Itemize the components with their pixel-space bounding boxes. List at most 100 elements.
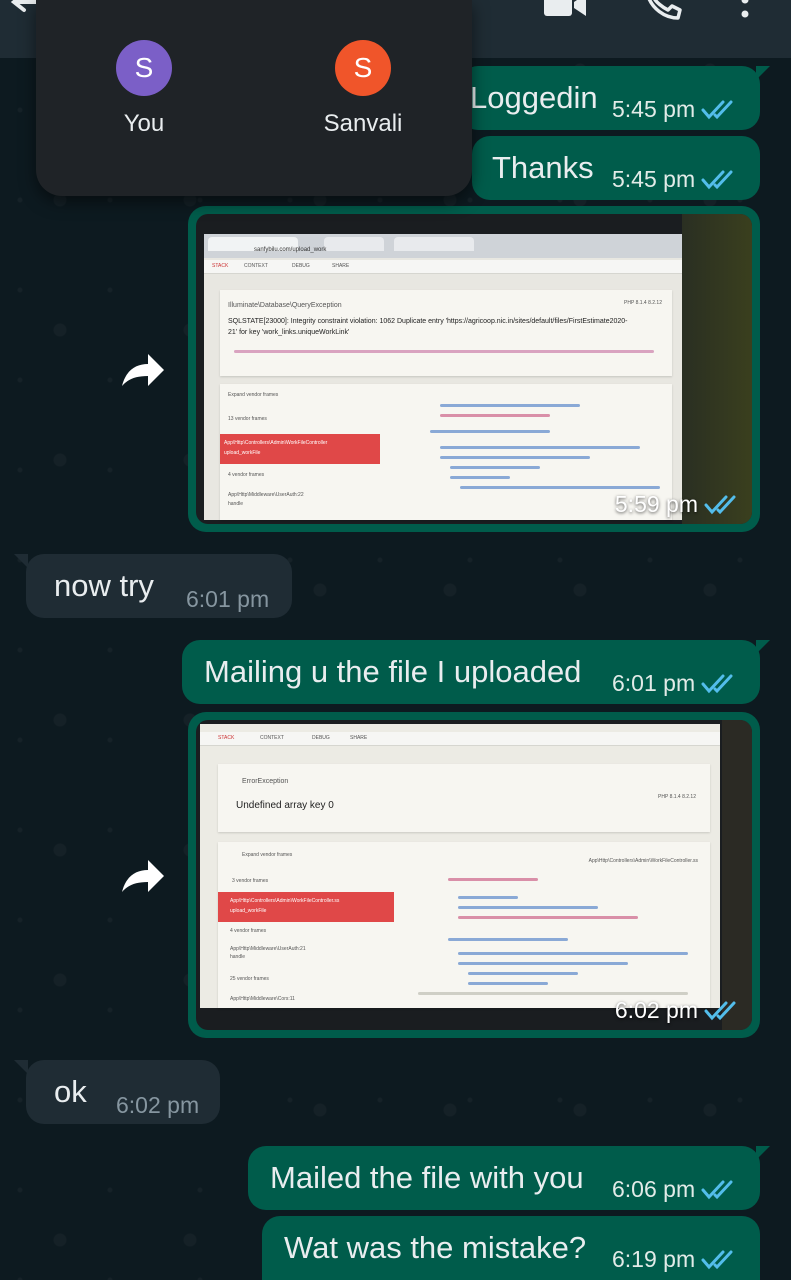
frame-item[interactable]: handle	[228, 501, 243, 507]
message-time: 5:45 pm	[612, 166, 696, 192]
forward-arrow-icon[interactable]	[118, 852, 166, 900]
read-receipt-icon	[701, 1180, 733, 1199]
message-text: Mailing u the file I uploaded	[204, 654, 582, 689]
nav-share: SHARE	[350, 735, 368, 741]
nav-share: SHARE	[332, 263, 350, 269]
selected-frame[interactable]: App\Http\Controllers\Admin\WorkFileContr…	[220, 434, 380, 464]
selected-frame[interactable]: App\Http\Controllers\Admin\WorkFileContr…	[218, 892, 394, 922]
nav-stack: STACK	[212, 263, 229, 269]
message-time: 6:02 pm	[116, 1092, 200, 1118]
exception-message-line2: 21' for key 'work_links.uniqueWorkLink'	[228, 329, 350, 336]
read-receipt-icon	[701, 100, 733, 119]
avatar: S	[335, 40, 391, 96]
message-meta: 5:59 pm	[615, 491, 738, 518]
outgoing-message[interactable]: Thanks 5:45 pm	[472, 136, 760, 200]
participants-popup: S You S Sanvali	[36, 0, 472, 196]
read-receipt-icon	[701, 1250, 733, 1269]
message-meta: 6:01 pm	[612, 670, 735, 697]
bubble-tail	[14, 554, 28, 568]
image-message[interactable]: sanfybilu.com/upload_work STACK CONTEXT …	[188, 206, 760, 532]
nav-context: CONTEXT	[244, 263, 268, 269]
frame-method: upload_workFile	[224, 450, 261, 456]
message-time: 6:01 pm	[612, 670, 696, 696]
php-version: PHP 8.1.4 8.2.12	[658, 794, 696, 800]
participant-name: Sanvali	[323, 110, 403, 137]
phone-call-icon[interactable]	[644, 0, 684, 20]
message-time: 6:01 pm	[186, 586, 270, 612]
php-version: PHP 8.1.4 8.2.12	[624, 300, 662, 306]
frame-method: upload_workFile	[230, 908, 267, 914]
frame-item[interactable]: handle	[230, 954, 245, 960]
exception-card: Illuminate\Database\QueryException PHP 8…	[220, 290, 672, 376]
frame-item[interactable]: App\Http\Middleware\UserAuth:21	[230, 946, 306, 952]
error-nav: STACK CONTEXT DEBUG SHARE	[204, 260, 686, 274]
read-receipt-icon	[704, 1001, 736, 1020]
incoming-message[interactable]: now try 6:01 pm	[26, 554, 292, 618]
frame-item[interactable]: 4 vendor frames	[228, 472, 264, 478]
error-nav: STACK CONTEXT DEBUG SHARE	[200, 732, 720, 746]
address-bar: sanfybilu.com/upload_work	[254, 247, 327, 253]
exception-card: ErrorException PHP 8.1.4 8.2.12 Undefine…	[218, 764, 710, 832]
frame-item[interactable]: App\Http\Middleware\Cors:11	[230, 996, 295, 1002]
bubble-tail	[756, 66, 770, 80]
exception-message-line1: SQLSTATE[23000]: Integrity constraint vi…	[228, 318, 628, 325]
bubble-tail	[756, 1146, 770, 1160]
message-meta: 6:02 pm	[116, 1092, 199, 1119]
message-time: 6:02 pm	[614, 997, 698, 1023]
message-meta: 5:45 pm	[612, 96, 735, 123]
nav-debug: DEBUG	[312, 735, 330, 741]
avatar: S	[116, 40, 172, 96]
stack-trace-card: Expand vendor frames App\Http\Controller…	[218, 842, 710, 1008]
bubble-tail	[756, 640, 770, 654]
message-text: now try	[54, 568, 154, 603]
more-vertical-icon[interactable]	[736, 0, 754, 22]
expand-vendor-toggle[interactable]: Expand vendor frames	[242, 852, 292, 858]
frame-item[interactable]: 25 vendor frames	[230, 976, 269, 982]
video-call-icon[interactable]	[542, 0, 588, 18]
photo-background	[682, 214, 752, 524]
message-time: 6:19 pm	[612, 1246, 696, 1272]
participant-you[interactable]: S You	[74, 40, 214, 138]
message-time: 6:06 pm	[612, 1176, 696, 1202]
image-message[interactable]: STACK CONTEXT DEBUG SHARE ErrorException…	[188, 712, 760, 1038]
photo-background	[722, 720, 752, 1030]
message-text: Wat was the mistake?	[284, 1230, 587, 1265]
incoming-message[interactable]: ok 6:02 pm	[26, 1060, 220, 1124]
nav-context: CONTEXT	[260, 735, 284, 741]
read-receipt-icon	[701, 674, 733, 693]
frame-item[interactable]: 13 vendor frames	[228, 416, 267, 422]
screenshot-photo[interactable]: STACK CONTEXT DEBUG SHARE ErrorException…	[196, 720, 752, 1030]
outgoing-message[interactable]: Loggedin 5:45 pm	[460, 66, 760, 130]
exception-class: Illuminate\Database\QueryException	[228, 302, 342, 309]
outgoing-message[interactable]: Mailing u the file I uploaded 6:01 pm	[182, 640, 760, 704]
nav-debug: DEBUG	[292, 263, 310, 269]
nav-stack: STACK	[218, 735, 235, 741]
frame-item[interactable]: 3 vendor frames	[232, 878, 268, 884]
stack-trace-card: Expand vendor frames 13 vendor frames Ap…	[220, 384, 672, 520]
message-text: Thanks	[492, 150, 594, 185]
participant-sanvali[interactable]: S Sanvali	[293, 40, 433, 138]
message-meta: 6:19 pm	[612, 1246, 735, 1273]
bubble-tail	[14, 1060, 28, 1074]
frame-item[interactable]: 4 vendor frames	[230, 928, 266, 934]
browser-tab-bar: sanfybilu.com/upload_work	[204, 234, 686, 258]
participant-name: You	[123, 110, 165, 137]
photo-laptop-screen: sanfybilu.com/upload_work STACK CONTEXT …	[204, 234, 686, 520]
controller-path: App\Http\Controllers\Admin\WorkFileContr…	[588, 858, 698, 864]
forward-arrow-icon[interactable]	[118, 346, 166, 394]
read-receipt-icon	[701, 170, 733, 189]
message-text: Mailed the file with you	[270, 1160, 584, 1195]
outgoing-message[interactable]: Mailed the file with you 6:06 pm	[248, 1146, 760, 1210]
message-time: 5:45 pm	[612, 96, 696, 122]
frame-class: App\Http\Controllers\Admin\WorkFileContr…	[224, 440, 328, 446]
message-text: ok	[54, 1074, 87, 1109]
read-receipt-icon	[704, 495, 736, 514]
frame-item[interactable]: App\Http\Middleware\UserAuth:22	[228, 492, 304, 498]
message-meta: 6:01 pm	[186, 586, 269, 613]
exception-message: Undefined array key 0	[236, 800, 334, 811]
screenshot-photo[interactable]: sanfybilu.com/upload_work STACK CONTEXT …	[196, 214, 752, 524]
outgoing-message[interactable]: Wat was the mistake? 6:19 pm	[262, 1216, 760, 1280]
message-time: 5:59 pm	[614, 491, 698, 517]
expand-vendor-toggle[interactable]: Expand vendor frames	[228, 392, 278, 398]
frame-class: App\Http\Controllers\Admin\WorkFileContr…	[230, 898, 340, 904]
